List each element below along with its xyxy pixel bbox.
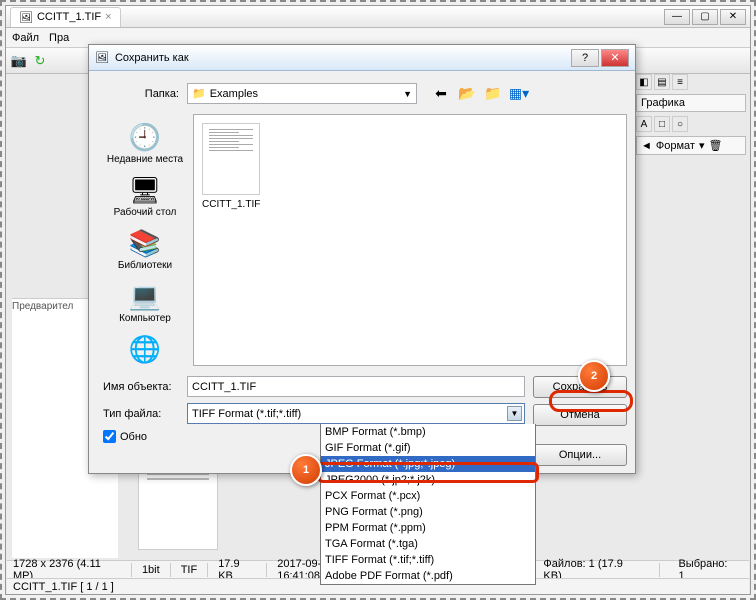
graphics-panel[interactable]: Графика [636,94,746,112]
panel-label: Графика [641,97,685,109]
dialog-title: Сохранить как [115,52,189,64]
filetype-option[interactable]: JPEG Format (*.jpg;*.jpeg) [321,456,535,472]
checkbox-label: Обно [120,431,147,443]
callout-marker-2: 2 [578,360,610,392]
folder-label: Папка: [97,88,179,100]
filetype-option[interactable]: GIF Format (*.gif) [321,440,535,456]
trash-icon[interactable]: 🗑 [709,139,723,152]
filetype-label: Тип файла: [97,408,179,420]
maximize-button[interactable]: ▢ [692,9,718,25]
place-network[interactable]: 🌐 [97,330,193,368]
tool-icon[interactable]: ▤ [654,74,670,90]
filetype-options-list[interactable]: BMP Format (*.bmp)GIF Format (*.gif)JPEG… [320,424,536,585]
update-checkbox[interactable] [103,430,116,443]
minimize-button[interactable]: — [664,9,690,25]
libraries-icon: 📚 [127,228,163,258]
filetype-option[interactable]: Adobe PDF Format (*.pdf) [321,568,535,584]
window-tab-bar: 🖼 CCITT_1.TIF × — ▢ ✕ [6,6,750,28]
desktop-icon: 🖥 [127,175,163,205]
back-arrow-icon: ◄ [641,140,652,152]
place-computer[interactable]: 💻 Компьютер [97,277,193,328]
options-button[interactable]: Опции... [533,444,627,466]
main-window: 🖼 CCITT_1.TIF × — ▢ ✕ Файл Пра 📷 ↻ ◧ ▤ ≡… [5,5,751,595]
chevron-down-icon: ▼ [403,89,412,99]
filetype-option[interactable]: TIFF Format (*.tif;*.tiff) [321,552,535,568]
folder-dropdown[interactable]: 📁 Examples ▼ [187,83,417,104]
cancel-button[interactable]: Отмена [533,404,627,426]
tool-icon[interactable]: ○ [672,116,688,132]
filetype-option[interactable]: TGA Format (*.tga) [321,536,535,552]
menu-file[interactable]: Файл [12,32,39,44]
right-sidebar: ◧ ▤ ≡ Графика A □ ○ ◄ Формат ▾ 🗑 [636,74,746,514]
new-folder-icon[interactable]: 📁 [483,84,503,104]
filetype-option[interactable]: PPM Format (*.ppm) [321,520,535,536]
format-panel[interactable]: ◄ Формат ▾ 🗑 [636,136,746,155]
tool-icon[interactable]: ≡ [672,74,688,90]
close-icon[interactable]: × [105,11,111,23]
recent-icon: 🕘 [127,122,163,152]
dropdown-icon: ▾ [699,139,705,152]
network-icon: 🌐 [127,334,163,364]
back-icon[interactable]: ⬅ [431,84,451,104]
filetype-dropdown[interactable]: TIFF Format (*.tif;*.tiff) ▼ [187,403,525,424]
chevron-down-icon: ▼ [507,406,522,421]
filetype-option[interactable]: PCX Format (*.pcx) [321,488,535,504]
view-mode-icon[interactable]: ▦▾ [509,84,529,104]
file-list-area[interactable]: CCITT_1.TIF [193,114,627,366]
app-icon: 🖼 [95,51,109,64]
filename-input[interactable] [187,376,525,397]
filetype-option[interactable]: PNG Format (*.png) [321,504,535,520]
computer-icon: 💻 [127,281,163,311]
filename-label: Имя объекта: [97,381,179,393]
close-button[interactable]: ✕ [720,9,746,25]
folder-icon: 📁 [192,87,206,100]
filetype-value: TIFF Format (*.tif;*.tiff) [192,408,301,420]
places-bar: 🕘 Недавние места 🖥 Рабочий стол 📚 Библио… [97,114,193,366]
tool-icon[interactable]: □ [654,116,670,132]
document-tab[interactable]: 🖼 CCITT_1.TIF × [10,7,121,27]
filetype-option[interactable]: BMP Format (*.bmp) [321,424,535,440]
dialog-titlebar: 🖼 Сохранить как ? ✕ [89,45,635,71]
dialog-close-button[interactable]: ✕ [601,49,629,67]
tool-icon[interactable]: A [636,116,652,132]
camera-icon[interactable]: 📷 [10,52,28,70]
place-desktop[interactable]: 🖥 Рабочий стол [97,171,193,222]
status-bitdepth: 1bit [142,564,160,576]
tab-title: CCITT_1.TIF [37,11,101,23]
file-item[interactable]: CCITT_1.TIF [202,123,260,210]
window-controls: — ▢ ✕ [664,9,746,25]
place-libraries[interactable]: 📚 Библиотеки [97,224,193,275]
filetype-option[interactable]: JPEG2000 (*.jp2;*.j2k) [321,472,535,488]
save-as-dialog: 🖼 Сохранить как ? ✕ Папка: 📁 Examples ▼ … [88,44,636,474]
place-recent[interactable]: 🕘 Недавние места [97,118,193,169]
tab-icon: 🖼 [19,11,33,24]
folder-value: Examples [210,88,258,100]
refresh-icon[interactable]: ↻ [31,52,49,70]
file-indicator: CCITT_1.TIF [ 1 / 1 ] [13,581,114,593]
dialog-help-button[interactable]: ? [571,49,599,67]
menu-edit[interactable]: Пра [49,32,69,44]
file-thumbnail [202,123,260,195]
tool-icon[interactable]: ◧ [636,74,652,90]
callout-marker-1: 1 [290,454,322,486]
up-folder-icon[interactable]: 📂 [457,84,477,104]
status-format: TIF [181,564,198,576]
file-name: CCITT_1.TIF [202,199,260,210]
panel-label: Формат [656,140,695,152]
